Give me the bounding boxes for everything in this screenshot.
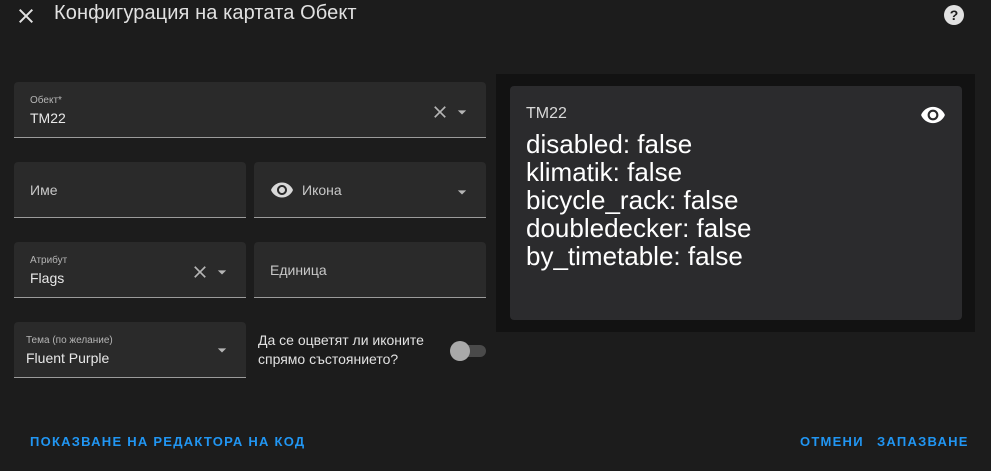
icon-field[interactable]: Икона xyxy=(254,162,486,218)
toggle-thumb xyxy=(450,341,470,361)
attribute-field[interactable]: Атрибут Flags xyxy=(14,242,246,298)
state-line: by_timetable: false xyxy=(526,241,743,271)
eye-icon xyxy=(920,102,946,128)
theme-value: Fluent Purple xyxy=(26,350,110,366)
unit-field[interactable]: Единица xyxy=(254,242,486,298)
state-line: bicycle_rack: false xyxy=(526,185,739,215)
entity-card[interactable]: TM22 disabled: false klimatik: false bic… xyxy=(510,86,962,320)
attribute-value: Flags xyxy=(30,270,65,286)
svg-text:?: ? xyxy=(950,7,959,23)
theme-field[interactable]: Тема (по желание) Fluent Purple xyxy=(14,322,246,378)
help-icon[interactable]: ? xyxy=(942,3,966,27)
icon-placeholder: Икона xyxy=(302,182,342,198)
name-placeholder: Име xyxy=(30,182,58,198)
clear-icon[interactable] xyxy=(430,102,450,122)
unit-placeholder: Единица xyxy=(270,262,327,278)
dialog-title: Конфигурация на картата Обект xyxy=(54,2,357,24)
card-config-dialog: Конфигурация на картата Обект ? Обект* T… xyxy=(0,0,991,471)
chevron-down-icon[interactable] xyxy=(452,182,472,202)
theme-label: Тема (по желание) xyxy=(26,335,113,346)
cancel-button[interactable]: ОТМЕНИ xyxy=(800,434,864,449)
state-line: klimatik: false xyxy=(526,157,683,187)
chevron-down-icon[interactable] xyxy=(212,340,232,360)
clear-icon[interactable] xyxy=(190,262,210,282)
chevron-down-icon[interactable] xyxy=(452,102,472,122)
attribute-label: Атрибут xyxy=(30,255,68,266)
eye-icon xyxy=(270,178,294,202)
state-color-label: Да се оцветят ли иконите спрямо състояни… xyxy=(258,332,424,367)
card-state: disabled: false klimatik: false bicycle_… xyxy=(526,130,751,270)
entity-label: Обект* xyxy=(30,95,62,106)
state-color-toggle[interactable] xyxy=(450,340,486,361)
card-entity-name: TM22 xyxy=(526,105,567,122)
entity-value: TM22 xyxy=(30,110,66,126)
dialog-header: Конфигурация на картата Обект ? xyxy=(0,0,991,30)
name-field[interactable]: Име xyxy=(14,162,246,218)
entity-field[interactable]: Обект* TM22 xyxy=(14,82,486,138)
state-line: doubledecker: false xyxy=(526,213,752,243)
state-line: disabled: false xyxy=(526,129,693,159)
show-code-editor-button[interactable]: ПОКАЗВАНЕ НА РЕДАКТОРА НА КОД xyxy=(30,434,305,449)
save-button[interactable]: ЗАПАЗВАНЕ xyxy=(877,434,969,449)
chevron-down-icon[interactable] xyxy=(212,262,232,282)
close-icon[interactable] xyxy=(14,4,38,28)
